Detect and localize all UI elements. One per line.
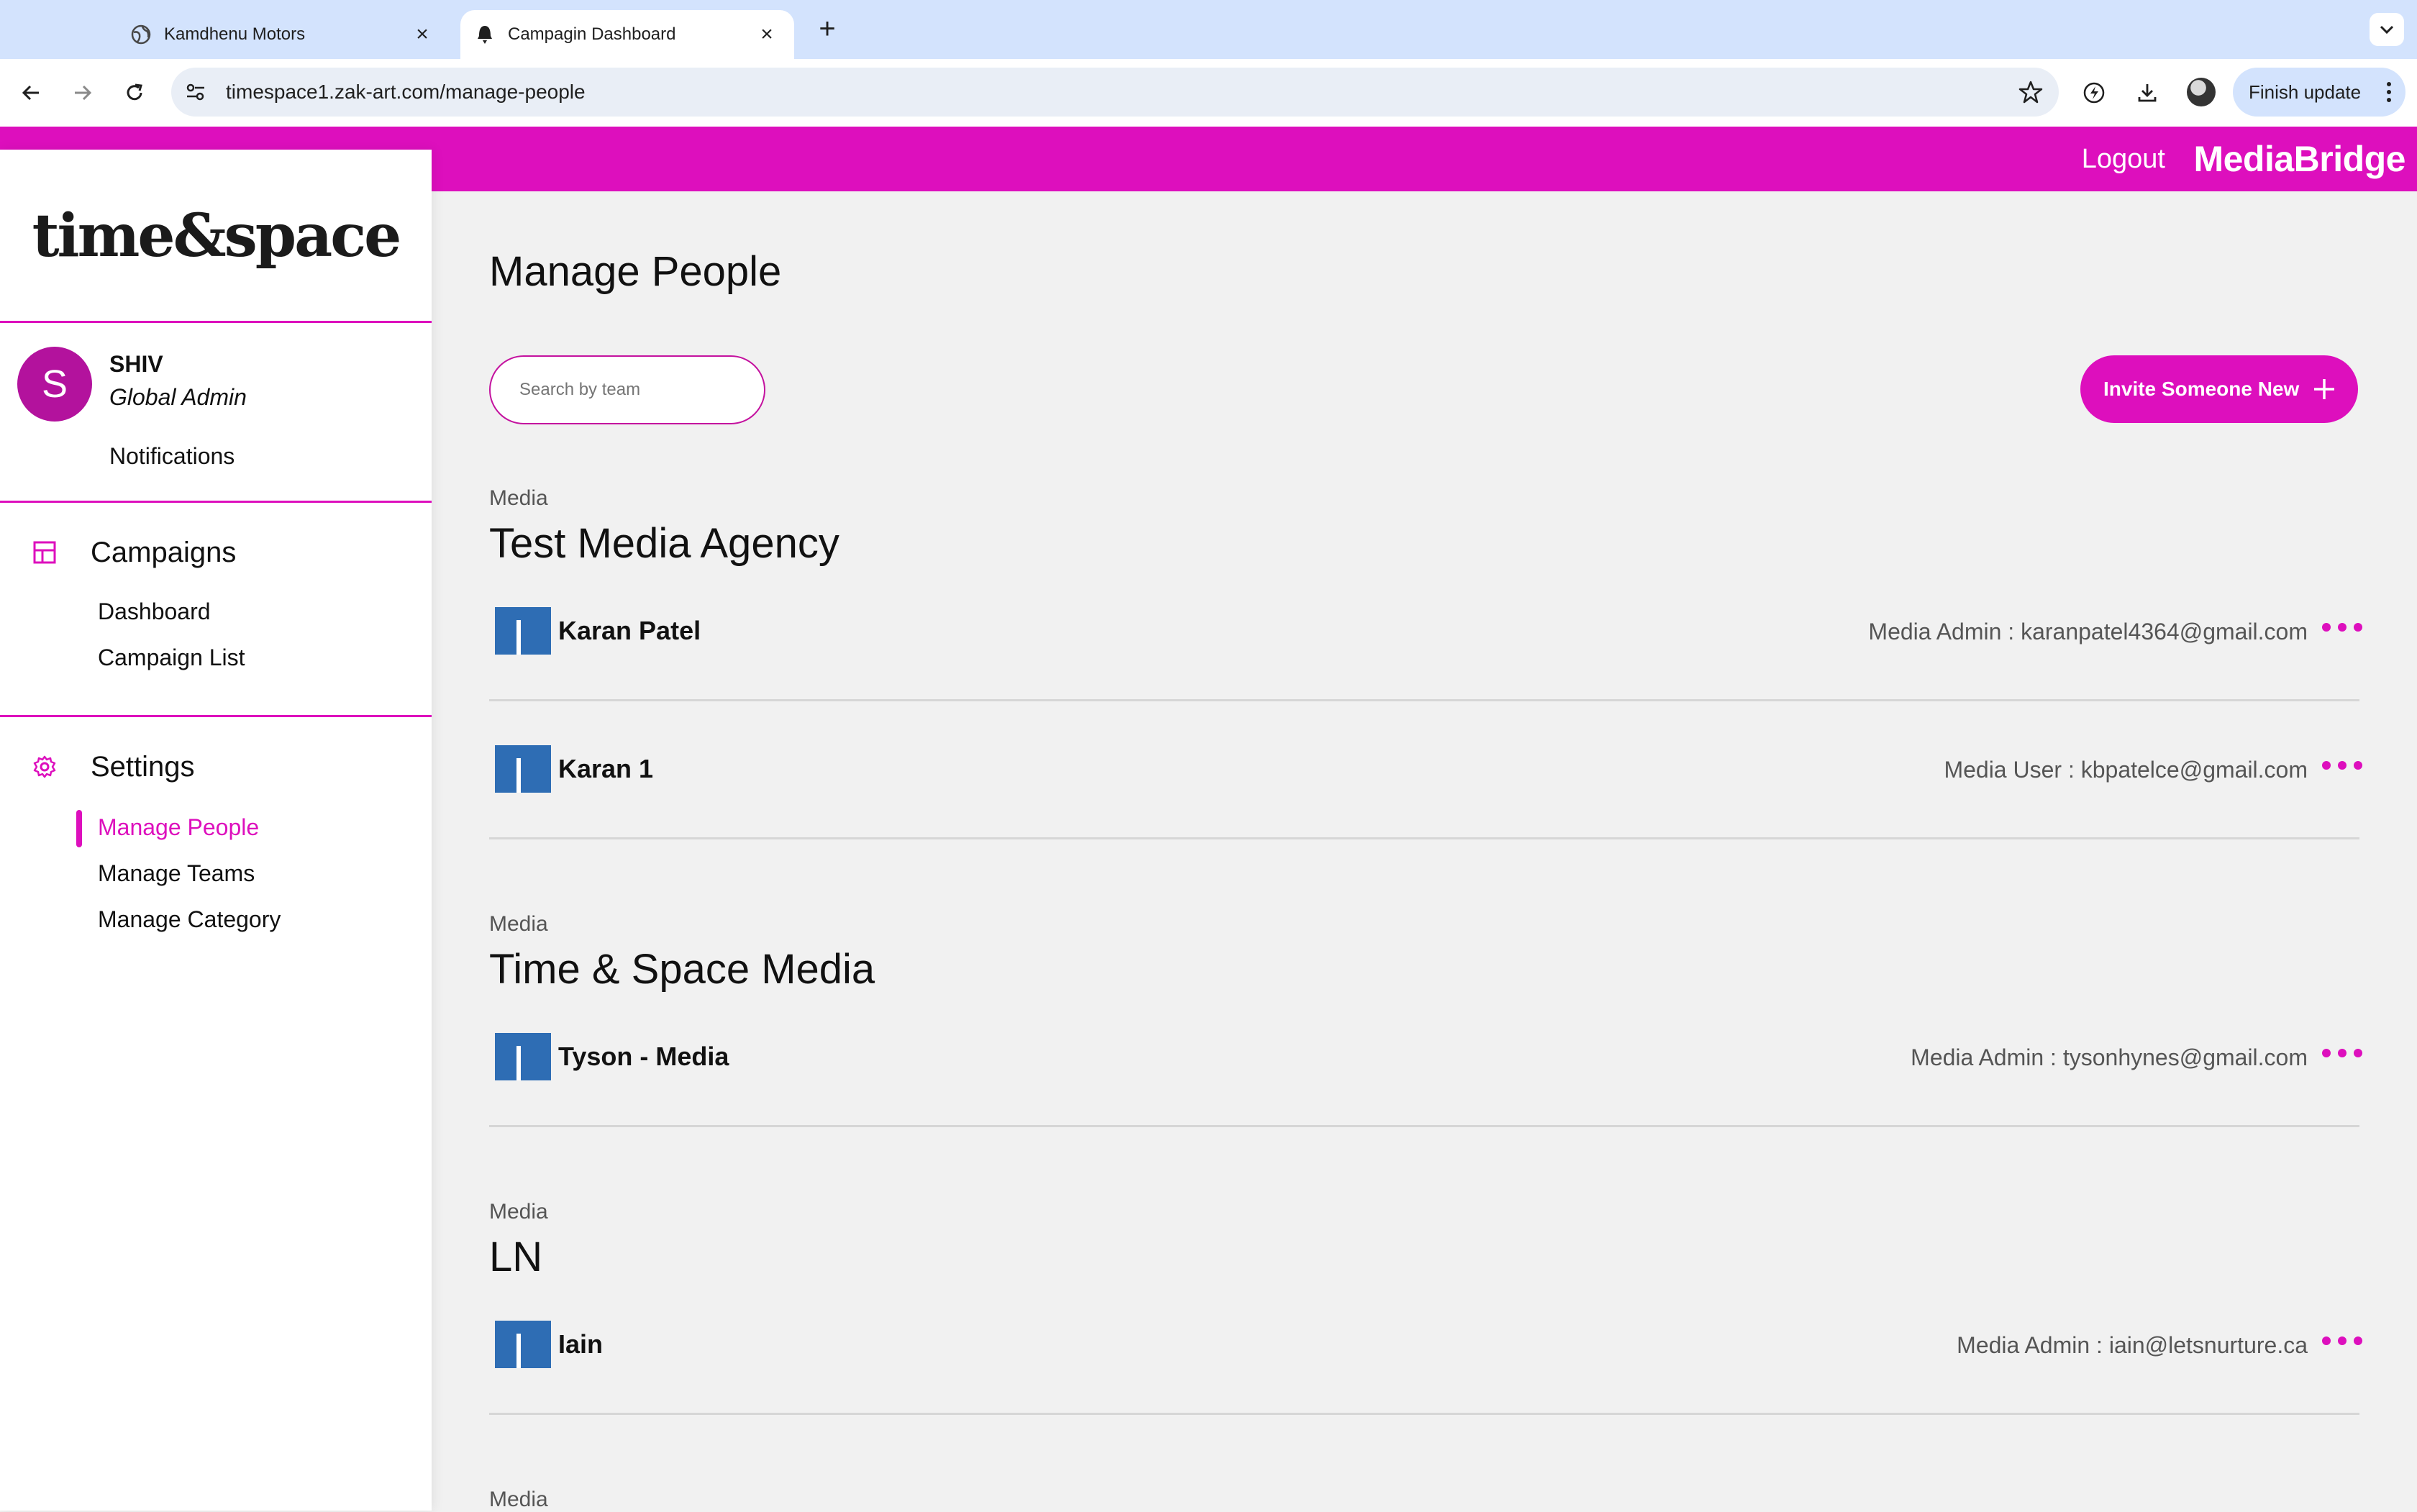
brand-logo: MediaBridge <box>2193 139 2405 179</box>
finish-update-label: Finish update <box>2249 81 2362 103</box>
team-type: Media <box>489 912 548 936</box>
sidebar-divider <box>0 501 432 503</box>
tab-search-button[interactable] <box>2370 13 2404 46</box>
finish-update-button[interactable]: Finish update <box>2233 68 2405 117</box>
globe-icon <box>131 24 151 45</box>
browser-tab-strip: Kamdhenu Motors × Campagin Dashboard × + <box>0 0 2417 59</box>
sidebar-item-dashboard[interactable]: Dashboard <box>98 598 211 625</box>
member-logo-icon <box>495 607 551 655</box>
arrow-left-icon <box>22 85 39 101</box>
member-role: Media Admin <box>1957 1332 2090 1358</box>
row-divider <box>489 837 2359 839</box>
more-vert-icon <box>2387 82 2391 102</box>
reload-icon <box>127 83 142 101</box>
avatar[interactable]: S <box>17 347 92 422</box>
browser-toolbar: timespace1.zak-art.com/manage-people Fin… <box>0 59 2417 127</box>
member-role-email: Media Admin : karanpatel4364@gmail.com <box>1868 619 2308 645</box>
app-favicon-icon <box>475 24 495 45</box>
close-tab-icon[interactable]: × <box>411 23 434 46</box>
grid-icon <box>33 541 56 564</box>
site-settings-icon[interactable] <box>184 81 207 104</box>
active-indicator <box>76 810 82 847</box>
more-options-icon[interactable] <box>2322 758 2362 773</box>
member-name[interactable]: Karan 1 <box>558 754 653 784</box>
extension-button[interactable] <box>2077 76 2111 109</box>
time-space-logo[interactable]: time&space <box>0 150 432 322</box>
member-role-email: Media User : kbpatelce@gmail.com <box>1944 757 2308 783</box>
profile-avatar[interactable] <box>2187 78 2216 106</box>
member-name[interactable]: Iain <box>558 1329 603 1360</box>
member-email: iain@letsnurture.ca <box>2108 1332 2308 1358</box>
team-type: Media <box>489 1488 548 1511</box>
chevron-down-icon <box>2380 25 2394 35</box>
member-role: Media Admin <box>1911 1044 2044 1070</box>
more-options-icon[interactable] <box>2322 1334 2362 1348</box>
close-tab-icon[interactable]: × <box>755 23 778 46</box>
notifications-link[interactable]: Notifications <box>109 443 235 470</box>
member-role-email: Media Admin : iain@letsnurture.ca <box>1957 1332 2308 1358</box>
browser-tab-campaign-dashboard[interactable]: Campagin Dashboard × <box>460 10 794 59</box>
team-name: Test Media Agency <box>489 520 839 567</box>
member-logo-icon <box>495 1321 551 1368</box>
tab-title: Campagin Dashboard <box>508 24 676 44</box>
sidebar-item-campaign-list[interactable]: Campaign List <box>98 645 245 671</box>
reload-button[interactable] <box>118 76 151 109</box>
logo-text: time&space <box>32 201 402 270</box>
logout-link[interactable]: Logout <box>2082 144 2165 175</box>
invite-someone-button[interactable]: Invite Someone New <box>2080 355 2358 423</box>
section-title-campaigns[interactable]: Campaigns <box>91 537 236 569</box>
member-email: tysonhynes@gmail.com <box>2062 1044 2308 1070</box>
address-bar[interactable]: timespace1.zak-art.com/manage-people <box>171 68 2059 117</box>
download-icon <box>2138 84 2157 102</box>
page-title: Manage People <box>489 248 782 295</box>
member-name[interactable]: Tyson - Media <box>558 1042 729 1072</box>
member-email: kbpatelce@gmail.com <box>2080 757 2308 783</box>
bookmark-star-icon[interactable] <box>2018 80 2043 104</box>
team-type: Media <box>489 1200 548 1224</box>
row-divider <box>489 699 2359 701</box>
user-role: Global Admin <box>109 384 247 410</box>
row-divider <box>489 1125 2359 1127</box>
plus-icon <box>2314 379 2334 399</box>
member-role: Media User <box>1944 757 2062 783</box>
more-options-icon[interactable] <box>2322 1046 2362 1060</box>
more-options-icon[interactable] <box>2322 620 2362 634</box>
browser-tab-kamdhenu[interactable]: Kamdhenu Motors × <box>122 10 450 59</box>
new-tab-button[interactable]: + <box>811 14 843 46</box>
invite-label: Invite Someone New <box>2103 378 2300 400</box>
search-input[interactable] <box>489 355 765 424</box>
sidebar-item-manage-people[interactable]: Manage People <box>98 814 259 841</box>
team-name: Time & Space Media <box>489 946 875 993</box>
member-role: Media Admin <box>1868 619 2002 645</box>
avatar-initial: S <box>41 363 68 406</box>
row-divider <box>489 1413 2359 1415</box>
member-logo-icon <box>495 745 551 793</box>
sidebar-divider <box>0 321 432 323</box>
team-name: LN <box>489 1234 543 1280</box>
url-text: timespace1.zak-art.com/manage-people <box>226 81 586 103</box>
gear-icon <box>33 755 56 778</box>
back-button[interactable] <box>14 76 47 109</box>
forward-button[interactable] <box>66 76 99 109</box>
section-title-settings[interactable]: Settings <box>91 751 195 783</box>
member-name[interactable]: Karan Patel <box>558 616 701 646</box>
sidebar-item-manage-category[interactable]: Manage Category <box>98 906 281 933</box>
sidebar-item-manage-teams[interactable]: Manage Teams <box>98 860 255 887</box>
sidebar: time&space S SHIV Global Admin Notificat… <box>0 150 432 1511</box>
user-name: SHIV <box>109 351 163 377</box>
sidebar-divider <box>0 715 432 717</box>
performance-icon <box>2083 82 2105 104</box>
team-type: Media <box>489 486 548 510</box>
member-email: karanpatel4364@gmail.com <box>2021 619 2308 645</box>
arrow-right-icon <box>75 85 92 101</box>
member-role-email: Media Admin : tysonhynes@gmail.com <box>1911 1044 2308 1070</box>
downloads-button[interactable] <box>2131 76 2164 109</box>
member-logo-icon <box>495 1033 551 1080</box>
tab-title: Kamdhenu Motors <box>164 24 306 44</box>
